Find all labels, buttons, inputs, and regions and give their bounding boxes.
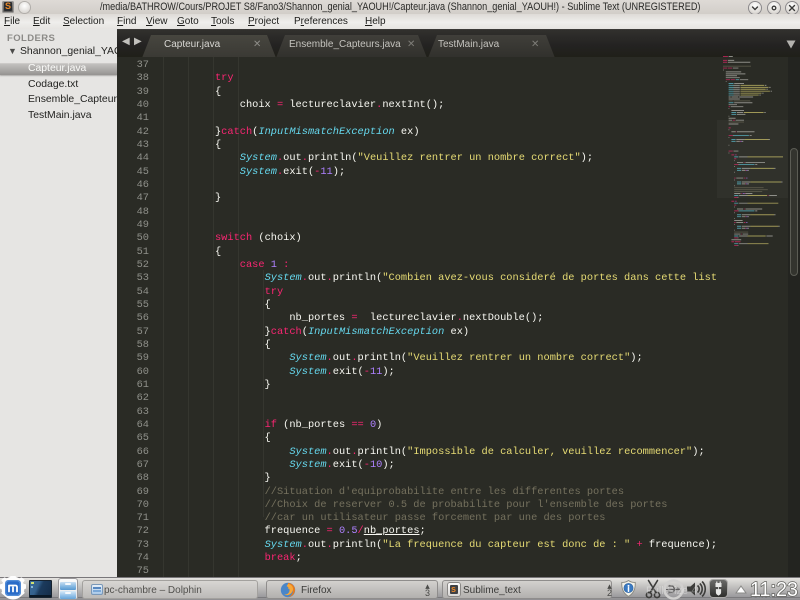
svg-text:11:23: 11:23 <box>750 578 798 600</box>
